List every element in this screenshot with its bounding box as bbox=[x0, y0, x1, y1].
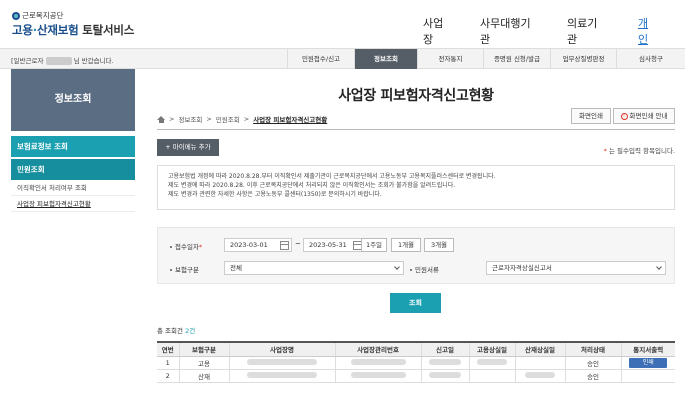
table-header-row: 연번 보험구분 사업장명 사업장관리번호 신고일 고용상실일 산재상실일 처리상… bbox=[157, 341, 675, 357]
nav-agency[interactable]: 사무대행기관 bbox=[480, 15, 540, 47]
home-icon[interactable] bbox=[157, 115, 165, 123]
masked-date bbox=[429, 358, 461, 365]
logo-mark-icon bbox=[12, 11, 20, 20]
sidebar: 정보조회 보험료정보 조회 민원조회 이직확인서 처리여부 조회 사업장 피보험… bbox=[11, 69, 135, 212]
period-1week-button[interactable]: 1주일 bbox=[361, 238, 387, 252]
masked-date bbox=[525, 371, 555, 378]
notice-line: 고용보험법 개정에 따라 2020.8.28.부터 이직확인서 제출기관이 근로… bbox=[168, 173, 496, 180]
menu-certificate[interactable]: 증명원 신청/발급 bbox=[483, 49, 550, 69]
breadcrumb-item[interactable]: 정보조회 bbox=[178, 114, 202, 124]
sidebar-item-separation-cert[interactable]: 이직확인서 처리여부 조회 bbox=[11, 180, 135, 196]
results-table: 연번 보험구분 사업장명 사업장관리번호 신고일 고용상실일 산재상실일 처리상… bbox=[157, 341, 675, 383]
welcome-message: [일반근로자 님 반갑습니다. bbox=[11, 57, 114, 65]
insurance-label: 보험구분 bbox=[170, 264, 199, 274]
table-row: 1 고용 승인 인쇄 bbox=[157, 356, 675, 370]
sidebar-cat-complaint[interactable]: 민원조회 bbox=[11, 159, 135, 180]
nav-business[interactable]: 사업장 bbox=[423, 15, 453, 47]
calendar-icon[interactable] bbox=[280, 241, 289, 250]
chevron-down-icon bbox=[394, 264, 400, 270]
nav-medical[interactable]: 의료기관 bbox=[567, 15, 607, 47]
masked-business-name bbox=[247, 358, 317, 365]
menu-complaint-filing[interactable]: 민원접수/신고 bbox=[287, 49, 354, 69]
date-from-input[interactable]: 2023-03-01 bbox=[224, 238, 292, 252]
chevron-down-icon bbox=[656, 264, 662, 270]
doc-type-select[interactable]: 근로자자격상실신고서 bbox=[486, 261, 666, 275]
logo-org-name: 근로복지공단 bbox=[22, 11, 64, 20]
date-label: 접수일자* bbox=[170, 241, 202, 251]
menu-appeal[interactable]: 심사청구 bbox=[616, 49, 685, 69]
nav-individual[interactable]: 개인 bbox=[638, 15, 658, 47]
site-logo[interactable]: 근로복지공단 고용·산재보험 토탈서비스 bbox=[12, 10, 134, 38]
page-title: 사업장 피보험자격신고현황 bbox=[338, 88, 494, 104]
period-3month-button[interactable]: 3개월 bbox=[424, 238, 454, 252]
add-my-menu-button[interactable]: + 마이메뉴 추가 bbox=[157, 139, 219, 156]
search-form: 접수일자* 2023-03-01 ~ 2023-05-31 1주일 1개월 3개… bbox=[157, 227, 675, 284]
search-button[interactable]: 조회 bbox=[390, 293, 441, 313]
breadcrumb-current: 사업장 피보험자격신고현황 bbox=[253, 116, 328, 124]
notice-line: 제도 변경과 관련한 자세한 사항은 고용노동부 콜센터(1350)로 문의하시… bbox=[168, 191, 382, 198]
masked-business-number bbox=[350, 358, 406, 365]
menu-e-notice[interactable]: 전자통지 bbox=[417, 49, 483, 69]
breadcrumb: > 정보조회 > 민원조회 > 사업장 피보험자격신고현황 bbox=[157, 114, 327, 124]
global-nav-bar: [일반근로자 님 반갑습니다. 민원접수/신고 정보조회 전자통지 증명원 신청… bbox=[0, 48, 685, 69]
insurance-select[interactable]: 전체 bbox=[224, 261, 404, 275]
masked-date bbox=[429, 371, 461, 378]
date-to-input[interactable]: 2023-05-31 bbox=[303, 238, 365, 252]
logo-service-name: 고용·산재보험 토탈서비스 bbox=[12, 23, 135, 37]
print-guide-button[interactable]: ! 화면인쇄 안내 bbox=[613, 108, 675, 124]
masked-username bbox=[45, 57, 72, 65]
top-header: 근로복지공단 고용·산재보험 토탈서비스 사업장 사무대행기관 의료기관 개인 bbox=[0, 0, 685, 48]
divider bbox=[157, 129, 675, 130]
print-button[interactable]: 화면인쇄 bbox=[571, 108, 611, 124]
menu-disease-judgment[interactable]: 업무상질병판정 bbox=[550, 49, 616, 69]
alert-icon: ! bbox=[620, 112, 628, 120]
user-type-nav: 사업장 사무대행기관 의료기관 개인 bbox=[423, 15, 685, 47]
notice-box: 고용보험법 개정에 따라 2020.8.28.부터 이직확인서 제출기관이 근로… bbox=[157, 165, 675, 210]
masked-date bbox=[477, 358, 507, 365]
breadcrumb-item[interactable]: 민원조회 bbox=[216, 114, 240, 124]
sidebar-cat-premium[interactable]: 보험료정보 조회 bbox=[11, 136, 135, 157]
masked-business-name bbox=[247, 371, 317, 378]
total-count: 총 조회건 2건 bbox=[157, 327, 196, 335]
print-notice-button[interactable]: 인쇄 bbox=[629, 357, 668, 368]
main-menu: 민원접수/신고 정보조회 전자통지 증명원 신청/발급 업무상질병판정 심사청구 bbox=[287, 49, 685, 69]
sidebar-item-insured-status[interactable]: 사업장 피보험자격신고현황 bbox=[11, 196, 135, 212]
menu-info-inquiry[interactable]: 정보조회 bbox=[354, 49, 417, 69]
masked-business-number bbox=[350, 371, 406, 378]
required-note: * 는 필수입력 항목입니다. bbox=[603, 147, 675, 155]
doc-type-label: 민원서류 bbox=[410, 264, 439, 274]
table-row: 2 산재 승인 bbox=[157, 369, 675, 383]
sidebar-title: 정보조회 bbox=[11, 69, 135, 131]
period-1month-button[interactable]: 1개월 bbox=[391, 238, 421, 252]
notice-line: 제도 변경에 따라 2020.8.28. 이후 근로복지공단에서 처리되지 않은… bbox=[168, 182, 456, 189]
